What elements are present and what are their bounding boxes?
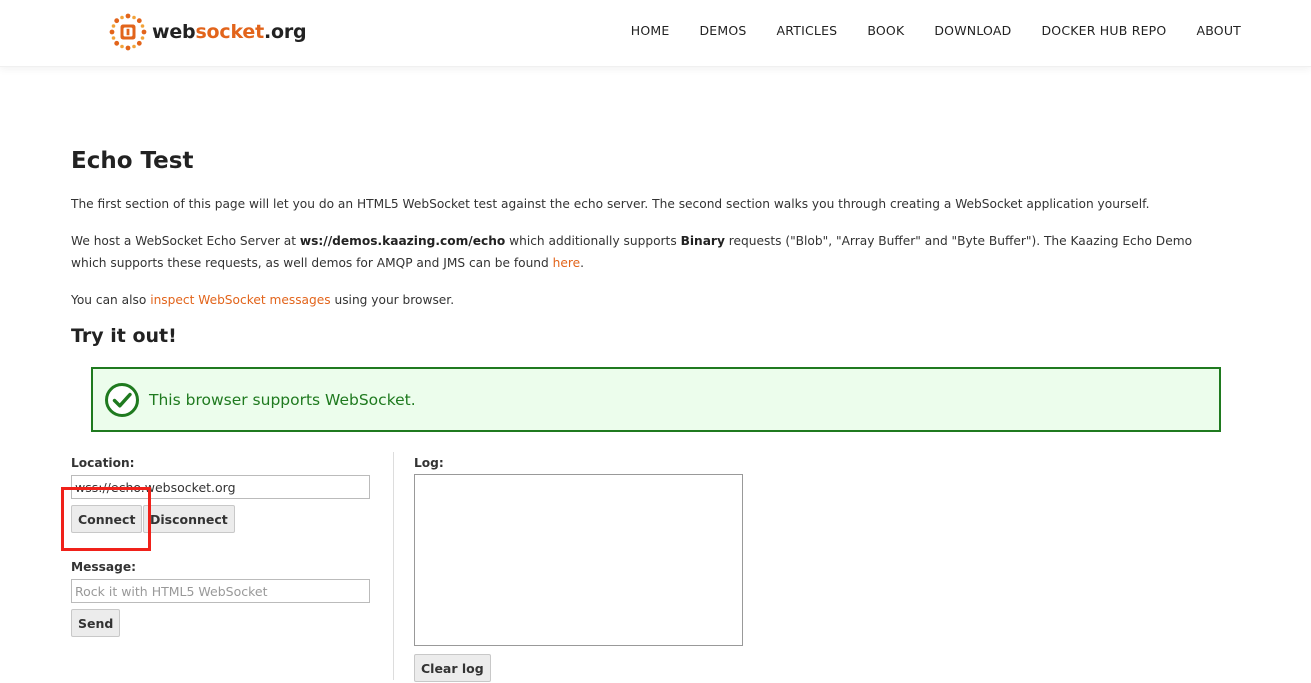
nav-demos[interactable]: DEMOS	[699, 23, 746, 38]
logo-text-web: web	[152, 21, 196, 43]
host-text-2: which additionally supports	[505, 234, 681, 248]
nav-docker-hub-repo[interactable]: DOCKER HUB REPO	[1041, 23, 1166, 38]
host-text-4: .	[580, 256, 584, 270]
nav-download[interactable]: DOWNLOAD	[934, 23, 1011, 38]
page-title: Echo Test	[71, 148, 194, 174]
disconnect-button[interactable]: Disconnect	[143, 505, 235, 533]
clear-log-button[interactable]: Clear log	[414, 654, 491, 682]
main-nav: HOME DEMOS ARTICLES BOOK DOWNLOAD DOCKER…	[631, 23, 1241, 38]
inspect-text-2: using your browser.	[330, 293, 455, 307]
location-input[interactable]	[71, 475, 370, 499]
send-button[interactable]: Send	[71, 609, 121, 637]
intro-paragraph: The first section of this page will let …	[71, 197, 1150, 211]
connect-button[interactable]: Connect	[71, 505, 143, 533]
nav-about[interactable]: ABOUT	[1196, 23, 1241, 38]
host-text-1: We host a WebSocket Echo Server at	[71, 234, 300, 248]
site-header: websocket.org HOME DEMOS ARTICLES BOOK D…	[0, 0, 1311, 67]
message-label: Message:	[71, 560, 136, 574]
checkmark-icon	[104, 382, 140, 418]
inspect-messages-link[interactable]: inspect WebSocket messages	[150, 293, 330, 307]
here-link[interactable]: here	[553, 256, 580, 270]
nav-articles[interactable]: ARTICLES	[777, 23, 838, 38]
websocket-logo-icon	[109, 13, 147, 51]
logo-text: websocket.org	[152, 21, 307, 43]
logo[interactable]: websocket.org	[108, 12, 307, 52]
nav-book[interactable]: BOOK	[867, 23, 904, 38]
nav-home[interactable]: HOME	[631, 23, 670, 38]
inspect-text-1: You can also	[71, 293, 151, 307]
column-divider	[393, 452, 394, 680]
try-it-out-heading: Try it out!	[71, 325, 177, 347]
log-label: Log:	[414, 456, 444, 470]
message-input[interactable]	[71, 579, 370, 603]
logo-text-socket: socket	[195, 21, 264, 43]
logo-text-org: .org	[263, 21, 307, 43]
inspect-paragraph: You can also inspect WebSocket messages …	[71, 289, 1231, 311]
location-label: Location:	[71, 456, 135, 470]
binary-label: Binary	[680, 234, 725, 248]
log-output[interactable]	[414, 474, 743, 646]
websocket-support-box: This browser supports WebSocket.	[91, 367, 1221, 432]
support-message: This browser supports WebSocket.	[149, 390, 416, 409]
echo-server-url: ws://demos.kaazing.com/echo	[299, 234, 506, 248]
host-paragraph: We host a WebSocket Echo Server at ws://…	[71, 230, 1231, 274]
